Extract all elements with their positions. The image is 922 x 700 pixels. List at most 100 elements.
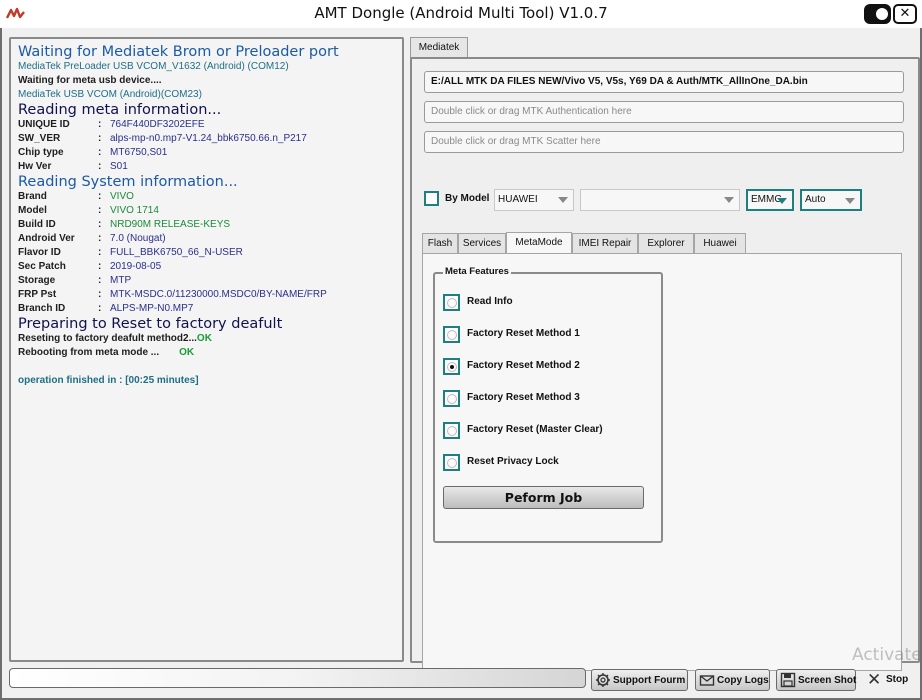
info-separator: : xyxy=(98,275,102,286)
meta-option-radio[interactable]: Factory Reset Method 2 xyxy=(443,358,653,376)
info-row: SW_VER: alps-mp-n0.mp7-V1.24_bbk6750.66.n… xyxy=(18,132,402,146)
radio-button[interactable] xyxy=(443,454,460,471)
info-value: MT6750,S01 xyxy=(110,147,168,158)
radio-button[interactable] xyxy=(443,390,460,407)
meta-features-group: Meta Features Read Info Factory Reset Met… xyxy=(433,266,663,543)
info-value: VIVO xyxy=(110,191,134,202)
stop-icon: ✕ xyxy=(867,670,882,689)
tab-mediatek[interactable]: Mediatek xyxy=(410,37,468,58)
log-line: Waiting for meta usb device.... xyxy=(18,75,162,86)
system-info-list: Brand: VIVO Model: VIVO 1714 Build ID: NRD90M… xyxy=(18,190,402,316)
info-key: Build ID xyxy=(18,219,56,230)
info-key: Storage xyxy=(18,275,56,286)
chevron-down-icon xyxy=(777,198,787,204)
copy-logs-label: Copy Logs xyxy=(717,675,769,686)
radio-button[interactable] xyxy=(443,326,460,343)
tab-imei-repair[interactable]: IMEI Repair xyxy=(572,233,638,254)
radio-circle-icon xyxy=(446,457,457,468)
info-value: alps-mp-n0.mp7-V1.24_bbk6750.66.n_P217 xyxy=(110,133,307,144)
radio-button[interactable] xyxy=(443,358,460,375)
brand-dropdown[interactable]: HUAWEI xyxy=(494,189,574,211)
info-separator: : xyxy=(98,161,102,172)
log-line: operation finished in : [00:25 minutes] xyxy=(18,375,199,386)
theme-toggle-icon[interactable] xyxy=(864,4,891,24)
meta-option-label: Factory Reset Method 3 xyxy=(467,392,580,403)
log-text: Reseting to factory deafult method2... xyxy=(18,333,197,344)
scatter-file-field[interactable]: Double click or drag MTK Scatter here xyxy=(424,131,904,153)
support-forum-button[interactable]: Support Fourm xyxy=(591,669,688,691)
radio-circle-icon xyxy=(446,361,457,372)
perform-job-button[interactable]: Peform Job xyxy=(443,486,644,509)
info-row: Model: VIVO 1714 xyxy=(18,204,402,218)
auth-file-field[interactable]: Double click or drag MTK Authentication … xyxy=(424,101,904,123)
brand-value: HUAWEI xyxy=(498,194,538,205)
copy-logs-button[interactable]: Copy Logs xyxy=(695,669,770,691)
chevron-down-icon xyxy=(724,197,734,203)
meta-option-radio[interactable]: Factory Reset Method 1 xyxy=(443,326,653,344)
model-dropdown[interactable] xyxy=(580,189,740,211)
close-icon[interactable]: ✕ xyxy=(893,4,917,24)
radio-button[interactable] xyxy=(443,294,460,311)
info-value: MTP xyxy=(110,275,132,286)
by-model-label: By Model xyxy=(445,193,490,204)
meta-option-radio[interactable]: Factory Reset Method 3 xyxy=(443,390,653,408)
info-value: VIVO 1714 xyxy=(110,205,159,216)
log-line: Rebooting from meta mode ... OK xyxy=(18,346,402,360)
log-text: Rebooting from meta mode ... xyxy=(18,347,160,358)
log-panel: Waiting for Mediatek Brom or Preloader p… xyxy=(9,37,404,662)
info-key: Brand xyxy=(18,191,47,202)
meta-option-radio[interactable]: Factory Reset (Master Clear) xyxy=(443,422,653,440)
chevron-down-icon xyxy=(845,198,855,204)
tab-metamode[interactable]: MetaMode xyxy=(506,232,572,254)
main-window: Waiting for Mediatek Brom or Preloader p… xyxy=(2,28,922,698)
log-line: MediaTek PreLoader USB VCOM_V1632 (Andro… xyxy=(18,61,289,72)
info-row: Brand: VIVO xyxy=(18,190,402,204)
chevron-down-icon xyxy=(558,197,568,203)
info-row: Chip type: MT6750,S01 xyxy=(18,146,402,160)
info-row: Sec Patch:2019-08-05 xyxy=(18,260,402,274)
info-key: Sec Patch xyxy=(18,261,66,272)
meta-option-label: Factory Reset (Master Clear) xyxy=(467,424,603,435)
meta-info-list: UNIQUE ID:764F440DF3202EFE SW_VER: alps-mp… xyxy=(18,118,402,174)
meta-option-radio[interactable]: Reset Privacy Lock xyxy=(443,454,653,472)
info-value: NRD90M RELEASE-KEYS xyxy=(110,219,231,230)
info-value: ALPS-MP-N0.MP7 xyxy=(110,303,194,314)
da-file-field[interactable]: E:/ALL MTK DA FILES NEW/Vivo V5, V5s, Y6… xyxy=(424,71,904,93)
stop-button[interactable]: ✕ Stop xyxy=(864,669,918,691)
meta-option-label: Factory Reset Method 1 xyxy=(467,328,580,339)
info-value: 2019-08-05 xyxy=(110,261,162,272)
mode-value: Auto xyxy=(805,194,826,205)
log-heading: Waiting for Mediatek Brom or Preloader p… xyxy=(18,44,339,60)
info-row: Flavor ID: FULL_BBK6750_66_N-USER xyxy=(18,246,402,260)
activation-watermark: Activate xyxy=(852,645,922,665)
info-separator: : xyxy=(98,205,102,216)
mode-dropdown[interactable]: Auto xyxy=(800,189,862,211)
info-value: FULL_BBK6750_66_N-USER xyxy=(110,247,243,258)
info-value: MTK-MSDC.0/11230000.MSDC0/BY-NAME/FRP xyxy=(110,289,327,300)
by-model-checkbox[interactable] xyxy=(424,191,439,206)
info-separator: : xyxy=(98,147,102,158)
ok-status: OK xyxy=(196,333,212,344)
info-separator: : xyxy=(98,191,102,202)
storage-dropdown[interactable]: EMMC xyxy=(746,189,794,211)
screen-shot-label: Screen Shot xyxy=(798,675,857,686)
log-heading: Reading meta information... xyxy=(18,102,222,118)
info-separator: : xyxy=(98,247,102,258)
progress-bar xyxy=(9,668,586,688)
meta-option-radio[interactable]: Read Info xyxy=(443,294,653,312)
info-row: FRP Pst: MTK-MSDC.0/11230000.MSDC0/BY-NAM… xyxy=(18,288,402,302)
log-heading: Preparing to Reset to factory deafult xyxy=(18,316,283,332)
radio-button[interactable] xyxy=(443,422,460,439)
tab-services[interactable]: Services xyxy=(458,233,506,254)
tab-explorer[interactable]: Explorer xyxy=(638,233,694,254)
radio-circle-icon xyxy=(446,393,457,404)
screen-shot-button[interactable]: Screen Shot xyxy=(776,669,856,691)
meta-option-label: Factory Reset Method 2 xyxy=(467,360,580,371)
log-line: MediaTek USB VCOM (Android)(COM23) xyxy=(18,89,202,100)
envelope-icon xyxy=(699,675,715,686)
info-key: FRP Pst xyxy=(18,289,57,300)
info-separator: : xyxy=(98,119,102,130)
tab-huawei[interactable]: Huawei xyxy=(694,233,746,254)
tab-flash[interactable]: Flash xyxy=(422,233,458,254)
info-key: Model xyxy=(18,205,47,216)
